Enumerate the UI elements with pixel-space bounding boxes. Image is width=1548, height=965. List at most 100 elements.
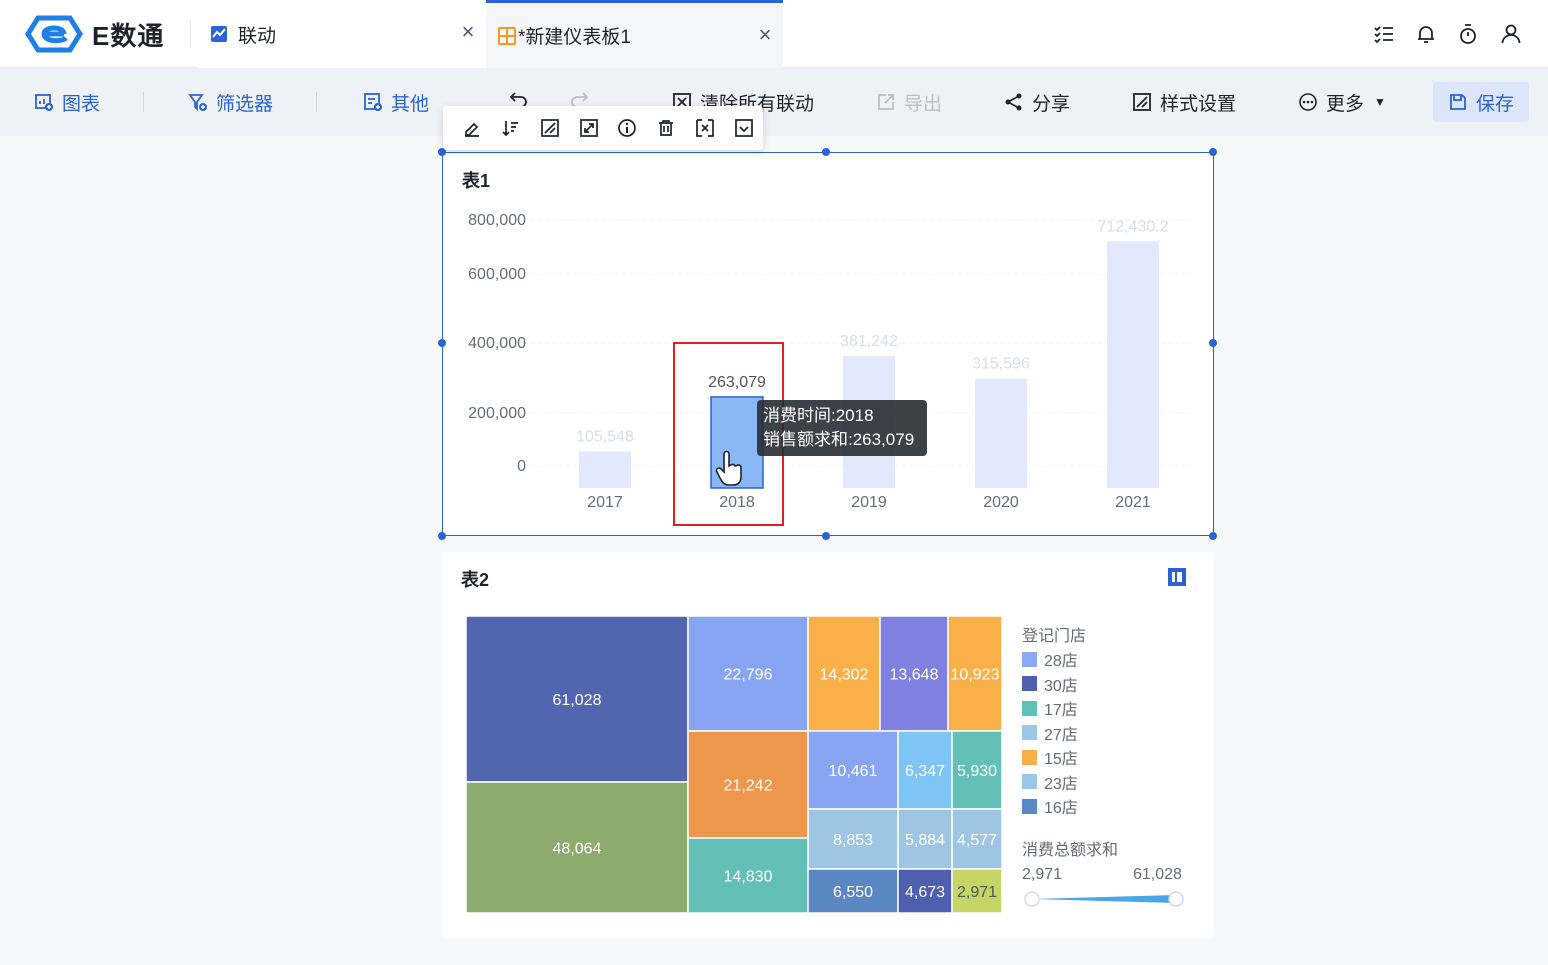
resize-handle[interactable] bbox=[438, 532, 446, 540]
y-tick-label: 0 bbox=[517, 458, 526, 475]
treemap-label: 14,302 bbox=[820, 667, 869, 684]
legend-label: 30店 bbox=[1044, 677, 1078, 695]
info-icon bbox=[618, 119, 637, 137]
save-button[interactable]: 保存 bbox=[1433, 82, 1529, 122]
bell-icon[interactable] bbox=[1414, 22, 1438, 46]
line-chart-icon bbox=[211, 26, 227, 42]
pen-icon bbox=[465, 122, 480, 137]
edit-button[interactable] bbox=[453, 114, 492, 142]
range-max: 61,028 bbox=[1133, 866, 1182, 883]
resize-handle[interactable] bbox=[1209, 148, 1217, 156]
bar[interactable] bbox=[1107, 241, 1159, 488]
caret-down-icon: ▼ bbox=[1374, 95, 1386, 109]
treemap-label: 5,884 bbox=[905, 832, 945, 849]
hand-cursor-icon bbox=[715, 450, 742, 486]
dashboard-icon bbox=[498, 26, 516, 45]
legend-item[interactable]: 30店 bbox=[1022, 675, 1078, 695]
tab-label: 联动 bbox=[238, 25, 277, 47]
y-tick-label: 200,000 bbox=[468, 405, 526, 422]
bar[interactable] bbox=[579, 451, 631, 488]
chart-button[interactable]: 图表 bbox=[34, 88, 100, 116]
other-button[interactable]: 其他 bbox=[363, 88, 429, 116]
trash-icon bbox=[659, 120, 674, 136]
legend-item[interactable]: 16店 bbox=[1022, 797, 1078, 817]
treemap-label: 61,028 bbox=[553, 692, 602, 709]
style-icon bbox=[1133, 93, 1151, 111]
share-label: 分享 bbox=[1032, 93, 1071, 115]
style-button[interactable] bbox=[531, 114, 570, 142]
resize-handle[interactable] bbox=[1209, 339, 1217, 347]
more-button[interactable]: 更多 ▼ bbox=[1298, 88, 1386, 116]
fullscreen-button[interactable] bbox=[569, 114, 608, 142]
tooltip-line: 销售额求和:263,079 bbox=[763, 430, 915, 449]
check-box-icon bbox=[734, 119, 753, 137]
share-button[interactable]: 分享 bbox=[1004, 88, 1070, 116]
delete-button[interactable] bbox=[647, 114, 686, 142]
logo-icon bbox=[25, 15, 83, 53]
data-label: 105,548 bbox=[576, 428, 634, 445]
toolbar: 图表 筛选器 其他 清除所有联动 导出 分享 样式设置 更多 ▼ 保存 bbox=[0, 68, 1548, 136]
resize-handle[interactable] bbox=[822, 148, 830, 156]
tab-new-dashboard[interactable]: *新建仪表板1 × bbox=[486, 0, 783, 68]
treemap-label: 13,648 bbox=[890, 667, 939, 684]
legend-label: 17店 bbox=[1044, 702, 1078, 719]
export-label: 导出 bbox=[904, 93, 943, 115]
treemap-label: 21,242 bbox=[724, 778, 773, 795]
legend-swatch bbox=[1022, 676, 1037, 691]
legend-item[interactable]: 27店 bbox=[1022, 724, 1078, 744]
other-icon bbox=[364, 93, 382, 111]
legend-label: 23店 bbox=[1044, 775, 1078, 793]
export-button[interactable]: 导出 bbox=[876, 88, 942, 116]
legend-swatch bbox=[1022, 700, 1037, 716]
resize-handle[interactable] bbox=[1209, 532, 1217, 540]
info-button[interactable] bbox=[608, 114, 647, 142]
legend-label: 27店 bbox=[1044, 726, 1078, 744]
sort-button[interactable] bbox=[492, 114, 531, 142]
tooltip-line: 消费时间:2018 bbox=[763, 406, 874, 425]
select-button[interactable] bbox=[724, 114, 763, 142]
y-tick-label: 800,000 bbox=[468, 212, 526, 229]
legend-item[interactable]: 17店 bbox=[1022, 699, 1078, 719]
title-bar: E数通 联动 × *新建仪表板1 × bbox=[0, 0, 1548, 68]
app-logo: E数通 bbox=[24, 14, 174, 54]
x-tick-label: 2017 bbox=[587, 494, 623, 511]
user-icon[interactable] bbox=[1499, 22, 1523, 46]
resize-handle[interactable] bbox=[822, 532, 830, 540]
close-icon[interactable]: × bbox=[458, 21, 478, 43]
style-settings-button[interactable]: 样式设置 bbox=[1132, 88, 1236, 116]
data-label: 315,596 bbox=[972, 356, 1030, 373]
filter-button[interactable]: 筛选器 bbox=[188, 88, 273, 116]
share-icon bbox=[1005, 93, 1022, 111]
legend-item[interactable]: 15店 bbox=[1022, 748, 1078, 768]
bar-chart[interactable]: 0 200,000 400,000 600,000 800,000 105,548 2017… bbox=[443, 153, 1215, 537]
treemap-label: 48,064 bbox=[553, 841, 602, 858]
x-tick-label: 2019 bbox=[851, 494, 887, 511]
close-icon[interactable]: × bbox=[755, 24, 775, 46]
legend-swatch bbox=[1022, 651, 1037, 667]
treemap-label: 4,577 bbox=[957, 832, 997, 849]
treemap-label: 2,971 bbox=[957, 884, 997, 901]
chart-card-2[interactable]: 表2 61,028 48,064 22,796 21,242 14,830 14,302 1… bbox=[442, 552, 1214, 938]
link-button[interactable] bbox=[686, 114, 725, 142]
resize-handle[interactable] bbox=[438, 339, 446, 347]
legend-item[interactable]: 23店 bbox=[1022, 773, 1078, 793]
sort-icon bbox=[502, 121, 519, 137]
chart-card-1[interactable]: 表1 0 200,000 400,000 600,000 800,000 105,548 2… bbox=[442, 152, 1214, 536]
task-list-icon[interactable] bbox=[1372, 22, 1396, 46]
legend-item[interactable]: 28店 bbox=[1022, 650, 1078, 670]
bar[interactable] bbox=[975, 378, 1027, 488]
y-tick-label: 400,000 bbox=[468, 335, 526, 352]
treemap-label: 14,830 bbox=[724, 869, 773, 886]
timer-icon[interactable] bbox=[1456, 22, 1480, 46]
treemap-chart[interactable]: 61,028 48,064 22,796 21,242 14,830 14,302 13,6… bbox=[442, 552, 1214, 938]
tab-linkage[interactable]: 联动 × bbox=[198, 0, 486, 68]
style-icon bbox=[541, 119, 559, 137]
filter-label: 筛选器 bbox=[216, 93, 274, 115]
chart-label: 图表 bbox=[62, 93, 101, 115]
chart-tooltip: 消费时间:2018 销售额求和:263,079 bbox=[757, 400, 927, 456]
data-label: 381,242 bbox=[840, 333, 898, 350]
divider bbox=[190, 20, 191, 48]
range-slider[interactable] bbox=[1022, 888, 1186, 910]
treemap-label: 8,853 bbox=[833, 832, 873, 849]
legend-label: 15店 bbox=[1044, 751, 1078, 768]
